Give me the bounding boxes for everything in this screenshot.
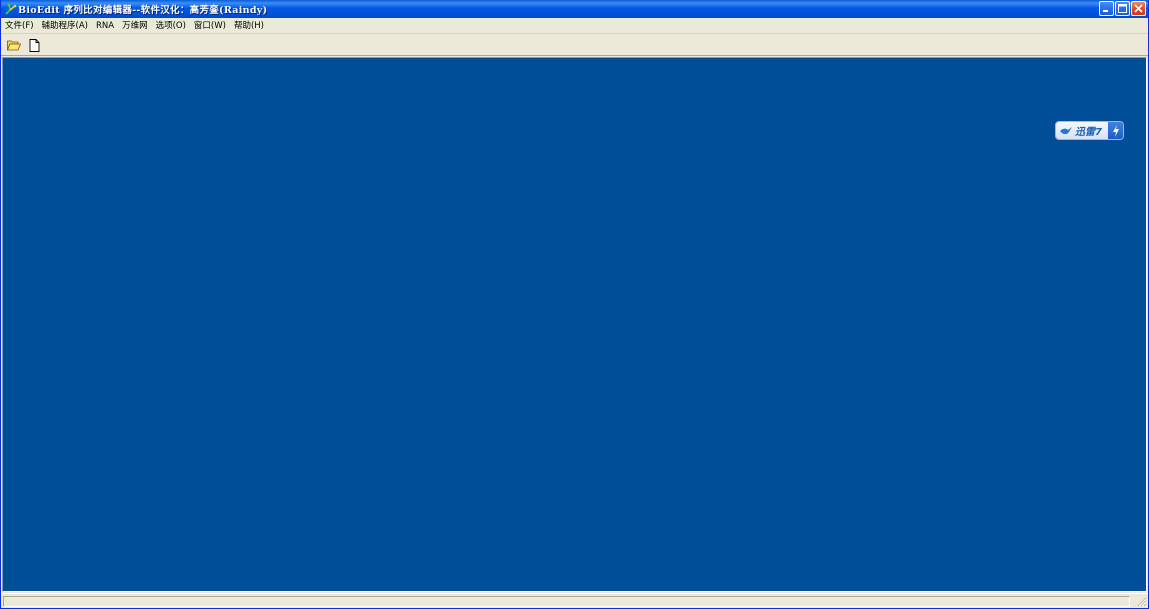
caption-buttons xyxy=(1099,1,1146,16)
xunlei-label: 迅雷7 xyxy=(1075,127,1102,138)
xunlei-badge-main[interactable]: 迅雷7 xyxy=(1056,122,1108,139)
maximize-icon xyxy=(1118,4,1127,13)
toolbar xyxy=(1,35,1148,56)
bird-icon xyxy=(1060,126,1072,134)
window-title: BioEdit 序列比对编辑器--软件汉化：高芳銮(Raindy) xyxy=(18,5,268,16)
minimize-icon xyxy=(1103,10,1108,12)
menu-bar: 文件(F) 辅助程序(A) RNA 万维网 选项(O) 窗口(W) 帮助(H) xyxy=(1,18,1148,34)
bioedit-window: BioEdit 序列比对编辑器--软件汉化：高芳銮(Raindy) 文件(F) … xyxy=(0,0,1149,609)
menu-rna[interactable]: RNA xyxy=(92,18,118,34)
bioedit-app-icon[interactable] xyxy=(3,2,17,16)
mdi-client-area[interactable] xyxy=(2,57,1147,592)
menu-file[interactable]: 文件(F) xyxy=(1,18,38,34)
menu-options[interactable]: 选项(O) xyxy=(152,18,190,34)
close-button[interactable] xyxy=(1131,1,1146,16)
minimize-button[interactable] xyxy=(1099,1,1114,16)
open-folder-icon xyxy=(7,40,21,51)
xunlei-float-badge[interactable]: 迅雷7 xyxy=(1055,121,1124,140)
menu-accessory[interactable]: 辅助程序(A) xyxy=(38,18,92,34)
new-button[interactable] xyxy=(26,37,42,53)
new-document-icon xyxy=(29,38,39,52)
resize-grip-icon[interactable] xyxy=(1135,595,1147,607)
xunlei-lightning-button[interactable] xyxy=(1108,122,1123,139)
menu-help[interactable]: 帮助(H) xyxy=(230,18,268,34)
menu-www[interactable]: 万维网 xyxy=(118,18,152,34)
maximize-button[interactable] xyxy=(1115,1,1130,16)
menu-window[interactable]: 窗口(W) xyxy=(190,18,230,34)
status-bar xyxy=(1,593,1148,608)
open-button[interactable] xyxy=(6,37,22,53)
close-icon xyxy=(1134,4,1143,13)
lightning-icon xyxy=(1112,124,1119,137)
status-panel xyxy=(3,596,1130,607)
title-bar[interactable]: BioEdit 序列比对编辑器--软件汉化：高芳銮(Raindy) xyxy=(1,0,1148,18)
